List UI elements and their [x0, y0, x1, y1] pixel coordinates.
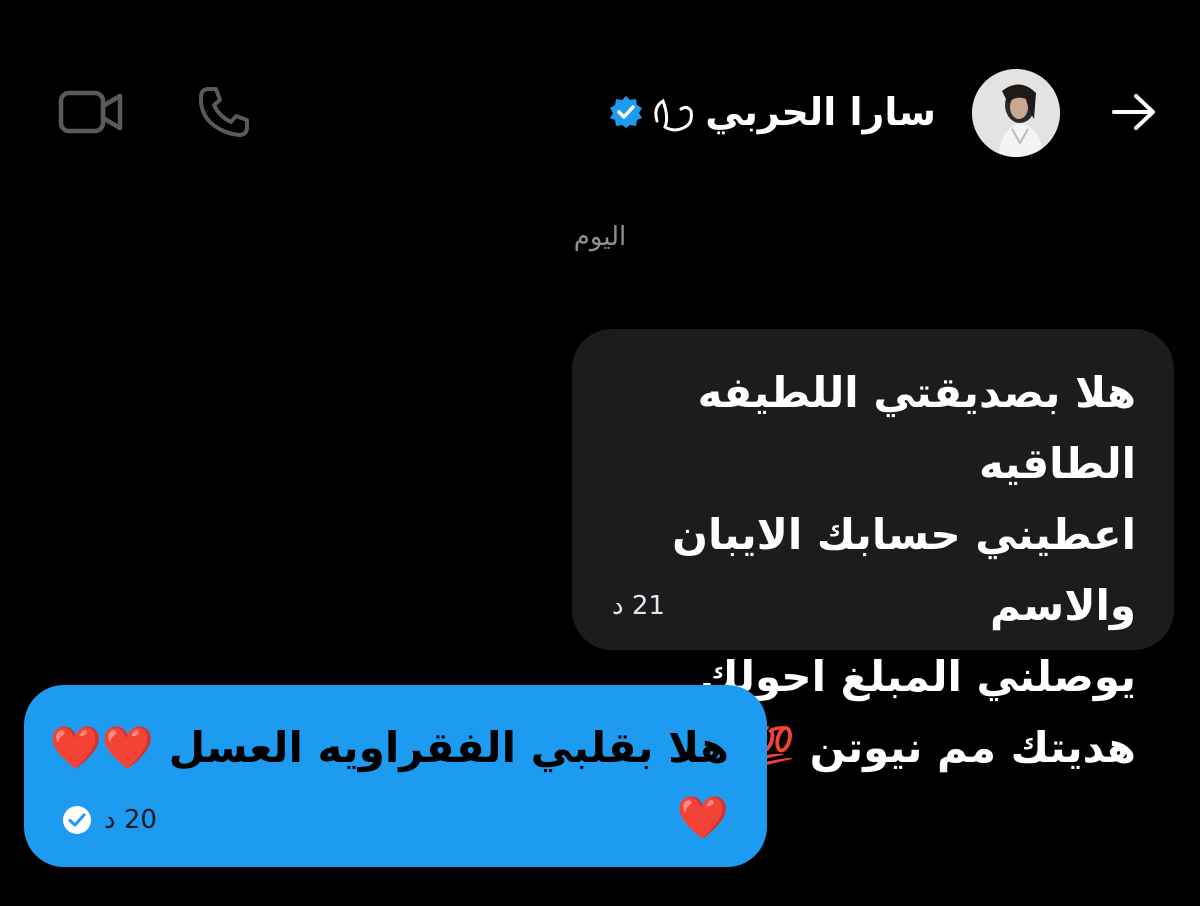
avatar-image [972, 69, 1060, 157]
chat-header: سارا الحربي [0, 0, 1200, 200]
avatar[interactable] [972, 69, 1060, 157]
outgoing-message-bubble[interactable]: هلا بقلبي الفقراويه العسل ❤️❤️❤️ لبى قلب… [24, 685, 767, 906]
name-decoration-icon [654, 98, 694, 132]
contact-name: سارا الحربي [705, 90, 936, 134]
message-meta: 20 د [62, 805, 157, 835]
incoming-message-bubble[interactable]: هلا بصديقتي اللطيفه الطاقيه اعطيني حسابك… [572, 329, 1174, 772]
message-time: 20 د [104, 805, 157, 835]
read-check-icon [63, 806, 91, 834]
back-button[interactable] [1106, 84, 1162, 140]
message-time: 21 د [612, 591, 665, 621]
phone-icon [198, 87, 249, 137]
video-camera-icon [58, 90, 123, 134]
verified-badge-icon [610, 96, 643, 128]
video-call-button[interactable] [54, 80, 128, 144]
contact-name-row[interactable]: سارا الحربي [609, 82, 936, 142]
day-separator: اليوم [573, 222, 627, 252]
arrow-right-icon [1112, 94, 1155, 130]
voice-call-button[interactable] [190, 80, 258, 144]
